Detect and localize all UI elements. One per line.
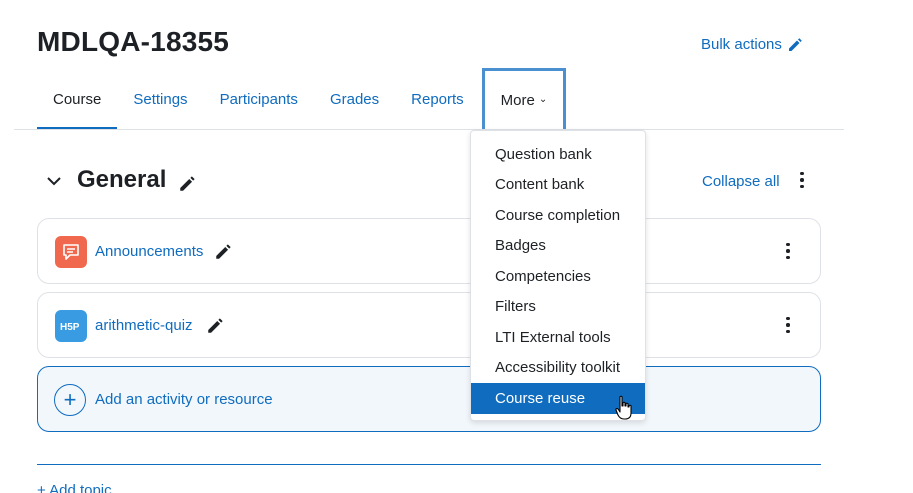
add-activity-label: Add an activity or resource	[95, 391, 273, 408]
page-title: MDLQA-18355	[37, 26, 230, 57]
tab-more[interactable]: More ⌄	[481, 68, 567, 130]
course-nav: Course Settings Participants Grades Repo…	[37, 68, 567, 130]
pencil-icon[interactable]	[178, 175, 196, 193]
menu-item-content-bank[interactable]: Content bank	[471, 170, 645, 201]
section-menu-icon[interactable]	[794, 170, 810, 190]
forum-icon	[55, 236, 87, 268]
activity-item: Announcements	[37, 218, 821, 284]
more-dropdown-menu: Question bank Content bank Course comple…	[470, 130, 646, 421]
tab-grades-label: Grades	[329, 90, 380, 108]
h5p-icon: H5P	[55, 310, 87, 342]
bulk-actions-label: Bulk actions	[701, 36, 782, 53]
pencil-icon	[788, 37, 802, 51]
tab-participants[interactable]: Participants	[204, 68, 314, 130]
add-activity-button[interactable]: + Add an activity or resource	[37, 366, 821, 432]
bulk-actions-button[interactable]: Bulk actions	[701, 36, 803, 53]
activity-link[interactable]: Announcements	[95, 243, 203, 260]
activity-menu-icon[interactable]	[780, 241, 796, 261]
tab-settings[interactable]: Settings	[117, 68, 203, 130]
pencil-icon[interactable]	[214, 243, 232, 261]
activity-menu-icon[interactable]	[780, 315, 796, 335]
collapse-all-link[interactable]: Collapse all	[702, 173, 780, 190]
menu-item-accessibility-toolkit[interactable]: Accessibility toolkit	[471, 353, 645, 384]
tab-reports[interactable]: Reports	[395, 68, 480, 130]
tab-course-label: Course	[53, 90, 102, 108]
activity-item: H5P arithmetic-quiz	[37, 292, 821, 358]
activity-link[interactable]: arithmetic-quiz	[95, 317, 193, 334]
hand-cursor-icon	[615, 395, 632, 420]
chevron-down-icon[interactable]	[44, 171, 64, 191]
divider	[37, 464, 821, 465]
chevron-down-icon: ⌄	[538, 94, 548, 105]
menu-item-badges[interactable]: Badges	[471, 231, 645, 262]
tab-reports-label: Reports	[411, 90, 464, 108]
svg-text:H5P: H5P	[60, 322, 80, 333]
add-topic-link[interactable]: + Add topic	[37, 482, 112, 493]
nav-divider	[14, 129, 844, 130]
menu-item-question-bank[interactable]: Question bank	[471, 139, 645, 170]
tab-participants-label: Participants	[219, 90, 298, 108]
menu-item-lti-external-tools[interactable]: LTI External tools	[471, 322, 645, 353]
tab-grades[interactable]: Grades	[314, 68, 395, 130]
tab-course[interactable]: Course	[37, 68, 118, 130]
tab-more-label: More	[500, 92, 535, 109]
plus-icon: +	[54, 384, 86, 416]
section-title: General	[77, 166, 167, 193]
tab-settings-label: Settings	[133, 90, 188, 108]
menu-item-filters[interactable]: Filters	[471, 292, 645, 323]
pencil-icon[interactable]	[206, 317, 224, 335]
menu-item-competencies[interactable]: Competencies	[471, 261, 645, 292]
menu-item-course-completion[interactable]: Course completion	[471, 200, 645, 231]
